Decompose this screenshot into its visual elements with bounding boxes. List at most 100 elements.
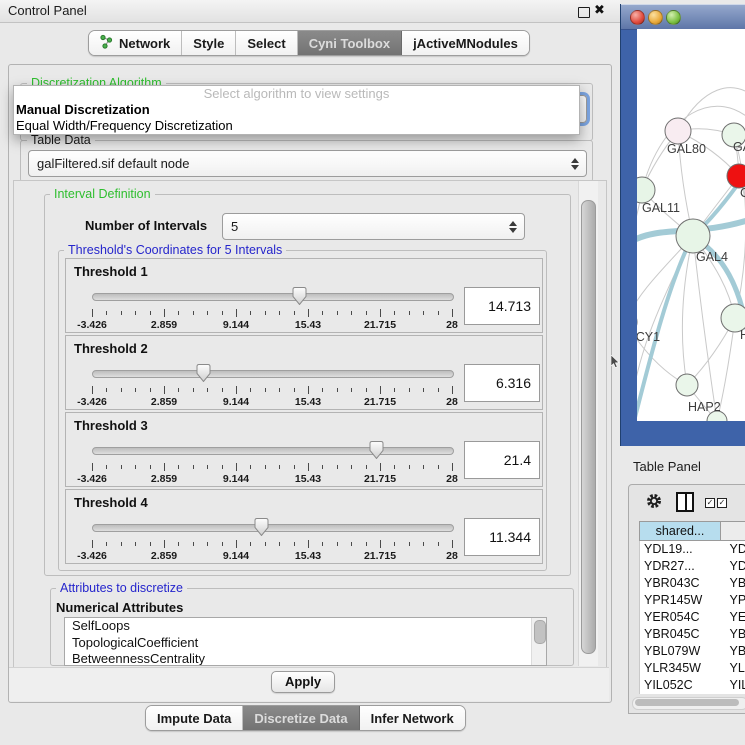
tab-network[interactable]: Network bbox=[89, 31, 182, 55]
network-node[interactable] bbox=[665, 118, 691, 144]
threshold-value-field[interactable]: 21.4 bbox=[464, 441, 540, 479]
number-of-intervals-combo[interactable]: 5 bbox=[222, 213, 525, 240]
slider-tick bbox=[250, 542, 251, 546]
table-row[interactable]: YDR27...YDR2 bbox=[640, 558, 745, 575]
tab-impute-data[interactable]: Impute Data bbox=[146, 706, 243, 730]
table-row[interactable]: YIL052CYIL0 bbox=[640, 677, 745, 694]
slider-tick bbox=[294, 311, 295, 315]
threshold-value-field[interactable]: 6.316 bbox=[464, 364, 540, 402]
table-row[interactable]: YLR345WYLR3 bbox=[640, 660, 745, 677]
slider-thumb[interactable] bbox=[196, 364, 211, 382]
float-window-icon[interactable] bbox=[578, 7, 590, 18]
slider-tick-label: 9.144 bbox=[223, 396, 249, 408]
close-icon[interactable]: ✖ bbox=[594, 2, 605, 18]
slider-tick-label: 2.859 bbox=[151, 550, 177, 562]
cell-name: YIL0 bbox=[725, 677, 745, 694]
tab-jactivemnodules[interactable]: jActiveMNodules bbox=[402, 31, 529, 55]
slider-track[interactable] bbox=[92, 370, 454, 378]
tab-discretize-data[interactable]: Discretize Data bbox=[243, 706, 359, 730]
slider-tick-label: 9.144 bbox=[223, 319, 249, 331]
vertical-scrollbar-thumb[interactable] bbox=[581, 200, 596, 654]
horizontal-scrollbar[interactable] bbox=[632, 697, 745, 710]
network-canvas[interactable]: GAL80GACGAL11GAL4GCY1HHAP2 bbox=[637, 29, 745, 421]
slider-track[interactable] bbox=[92, 293, 454, 301]
network-node[interactable] bbox=[676, 219, 710, 253]
slider-tick bbox=[351, 465, 352, 469]
list-scrollbar-thumb[interactable] bbox=[534, 620, 546, 644]
slider-tick bbox=[92, 386, 93, 394]
attribute-list-item[interactable]: TopologicalCoefficient bbox=[65, 635, 546, 652]
slider-tick bbox=[308, 463, 309, 471]
list-scrollbar[interactable] bbox=[531, 618, 546, 665]
table-data-label: Table Data bbox=[27, 133, 95, 147]
algorithm-dropdown-popup: Select algorithm to view settings Manual… bbox=[13, 85, 580, 135]
mouse-cursor bbox=[611, 355, 620, 373]
slider-tick bbox=[308, 540, 309, 548]
network-node[interactable] bbox=[727, 164, 745, 188]
slider-tick bbox=[452, 386, 453, 394]
table-data-combo[interactable]: galFiltered.sif default node bbox=[28, 150, 587, 177]
number-of-intervals-label: Number of Intervals bbox=[85, 218, 207, 233]
threshold-slider[interactable]: -3.4262.8599.14415.4321.71528 bbox=[92, 289, 452, 331]
table-row[interactable]: YPR145WYPR1 bbox=[640, 592, 745, 609]
slider-thumb[interactable] bbox=[254, 518, 269, 536]
threshold-panel: Threshold 2-3.4262.8599.14415.4321.71528… bbox=[65, 335, 543, 410]
threshold-label: Threshold 4 bbox=[74, 495, 148, 510]
gear-icon[interactable] bbox=[645, 492, 663, 515]
slider-tick bbox=[394, 542, 395, 546]
threshold-slider[interactable]: -3.4262.8599.14415.4321.71528 bbox=[92, 520, 452, 562]
slider-tick bbox=[222, 465, 223, 469]
attribute-list-item[interactable]: SelfLoops bbox=[65, 618, 546, 635]
tab-style[interactable]: Style bbox=[182, 31, 236, 55]
split-columns-icon[interactable] bbox=[676, 492, 694, 512]
numerical-attributes-list[interactable]: SelfLoopsTopologicalCoefficientBetweenne… bbox=[64, 617, 547, 666]
slider-tick-label: 21.715 bbox=[364, 473, 396, 485]
slider-track[interactable] bbox=[92, 524, 454, 532]
table-row[interactable]: YER054CYER0 bbox=[640, 609, 745, 626]
tab-cyni-toolbox[interactable]: Cyni Toolbox bbox=[298, 31, 402, 55]
column-header-shared-name[interactable]: shared... bbox=[639, 521, 721, 541]
column-header-name[interactable]: name bbox=[721, 521, 745, 541]
slider-tick bbox=[236, 463, 237, 471]
threshold-slider[interactable]: -3.4262.8599.14415.4321.71528 bbox=[92, 443, 452, 485]
slider-track[interactable] bbox=[92, 447, 454, 455]
apply-button[interactable]: Apply bbox=[271, 671, 335, 693]
tab-infer-network[interactable]: Infer Network bbox=[360, 706, 465, 730]
slider-tick bbox=[351, 388, 352, 392]
slider-tick bbox=[294, 465, 295, 469]
threshold-panel: Threshold 3-3.4262.8599.14415.4321.71528… bbox=[65, 412, 543, 487]
network-node[interactable] bbox=[637, 177, 655, 203]
network-node[interactable] bbox=[676, 374, 698, 396]
zoom-traffic-light-icon[interactable] bbox=[666, 10, 681, 25]
slider-tick bbox=[337, 542, 338, 546]
threshold-panel: Threshold 1-3.4262.8599.14415.4321.71528… bbox=[65, 258, 543, 333]
network-node-label: H bbox=[740, 328, 745, 342]
checkbox-icon[interactable]: ✓ bbox=[717, 498, 727, 508]
slider-thumb[interactable] bbox=[292, 287, 307, 305]
checkbox-icon[interactable]: ✓ bbox=[705, 498, 715, 508]
slider-thumb[interactable] bbox=[369, 441, 384, 459]
slider-tick-label: 2.859 bbox=[151, 319, 177, 331]
tab-label: Network bbox=[119, 36, 170, 51]
close-traffic-light-icon[interactable] bbox=[630, 10, 645, 25]
table-row[interactable]: YBL079WYBL0 bbox=[640, 643, 745, 660]
minimize-traffic-light-icon[interactable] bbox=[648, 10, 663, 25]
attribute-list-item[interactable]: BetweennessCentrality bbox=[65, 651, 546, 666]
table-row[interactable]: YBR045CYBR0 bbox=[640, 626, 745, 643]
network-node-label: C bbox=[740, 186, 745, 200]
slider-tick bbox=[438, 388, 439, 392]
threshold-value-field[interactable]: 11.344 bbox=[464, 518, 540, 556]
table-panel-region: Table Panel ✓ ✓ shared... name YDL19...Y… bbox=[620, 446, 745, 745]
slider-tick-label: -3.426 bbox=[77, 473, 107, 485]
threshold-slider[interactable]: -3.4262.8599.14415.4321.71528 bbox=[92, 366, 452, 408]
slider-tick bbox=[265, 465, 266, 469]
horizontal-scrollbar-thumb[interactable] bbox=[635, 699, 739, 706]
dropdown-option-equal-width[interactable]: Equal Width/Frequency Discretization bbox=[14, 118, 579, 134]
table-row[interactable]: YBR043CYBR0 bbox=[640, 575, 745, 592]
threshold-value-field[interactable]: 14.713 bbox=[464, 287, 540, 325]
table-row[interactable]: YDL19...YDL1 bbox=[640, 541, 745, 558]
cell-name: YLR3 bbox=[725, 660, 745, 677]
tab-select[interactable]: Select bbox=[236, 31, 297, 55]
slider-tick bbox=[135, 465, 136, 469]
dropdown-option-manual[interactable]: Manual Discretization bbox=[14, 102, 579, 118]
